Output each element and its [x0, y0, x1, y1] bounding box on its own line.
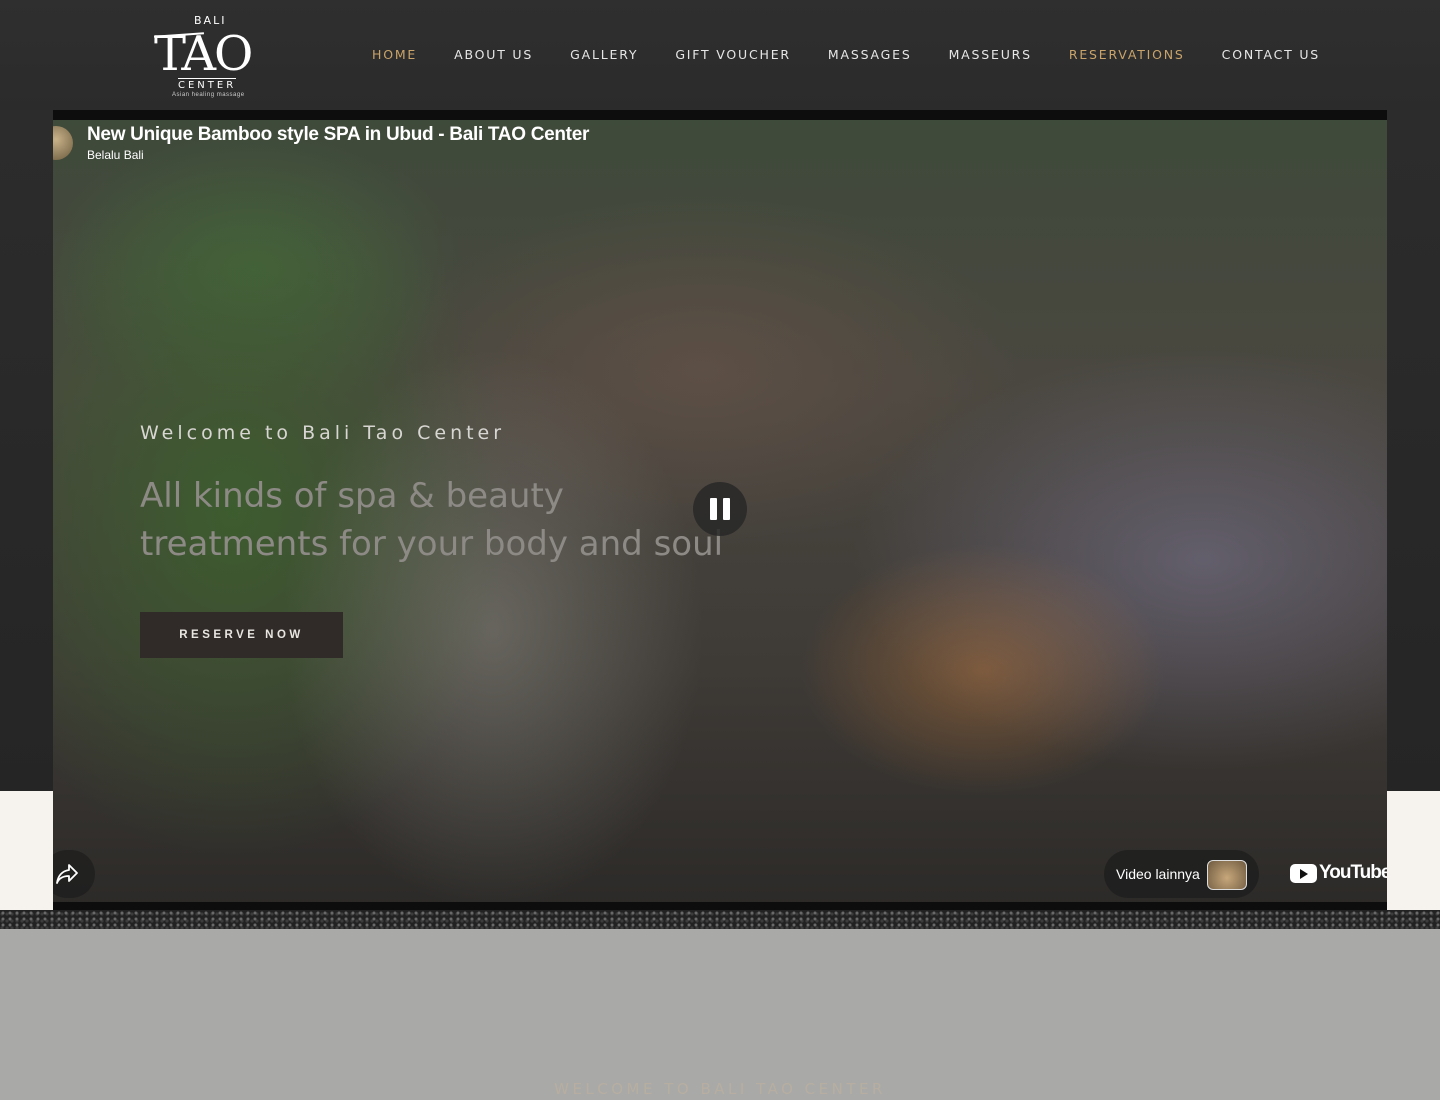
nav-about-us[interactable]: ABOUT US [454, 47, 533, 62]
video-letterbox-bottom [53, 902, 1387, 910]
reserve-now-button[interactable]: RESERVE NOW [140, 612, 343, 658]
nav-gift-voucher[interactable]: GIFT VOUCHER [675, 47, 791, 62]
main-nav: HOME ABOUT US GALLERY GIFT VOUCHER MASSA… [372, 47, 1357, 62]
youtube-wordmark: YouTube [1319, 862, 1387, 883]
hero-text-block: Welcome to Bali Tao Center All kinds of … [140, 422, 760, 568]
youtube-play-icon [1290, 864, 1317, 883]
logo-center-text: CENTER [178, 78, 237, 91]
more-videos-thumbnail [1207, 860, 1247, 890]
nav-gallery[interactable]: GALLERY [570, 47, 638, 62]
site-header: BALI TAO CENTER Asian healing massage HO… [0, 0, 1440, 110]
youtube-embed[interactable]: New Unique Bamboo style SPA in Ubud - Ba… [53, 110, 1387, 910]
video-channel-name[interactable]: Belalu Bali [87, 148, 144, 162]
nav-contact-us[interactable]: CONTACT US [1222, 47, 1320, 62]
logo-tao-text: TAO [154, 26, 253, 82]
nav-massages[interactable]: MASSAGES [828, 47, 912, 62]
gravel-strip [0, 910, 1440, 929]
share-button[interactable] [53, 850, 95, 898]
nav-home[interactable]: HOME [372, 47, 417, 62]
channel-avatar[interactable] [53, 126, 73, 160]
section-welcome-heading: WELCOME TO BALI TAO CENTER [554, 1080, 886, 1098]
site-logo[interactable]: BALI TAO CENTER Asian healing massage [150, 12, 270, 102]
nav-masseurs[interactable]: MASSEURS [949, 47, 1032, 62]
more-videos-button[interactable]: Video lainnya [1104, 850, 1259, 898]
nav-reservations[interactable]: RESERVATIONS [1069, 47, 1185, 62]
video-title[interactable]: New Unique Bamboo style SPA in Ubud - Ba… [87, 124, 589, 146]
more-videos-label: Video lainnya [1116, 866, 1200, 882]
pause-icon[interactable] [693, 482, 747, 536]
share-icon [56, 864, 78, 884]
video-letterbox-top [53, 110, 1387, 120]
hero-headline: All kinds of spa & beauty treatments for… [140, 476, 724, 564]
hero-welcome: Welcome to Bali Tao Center [140, 422, 506, 444]
logo-tagline: Asian healing massage [172, 92, 245, 98]
